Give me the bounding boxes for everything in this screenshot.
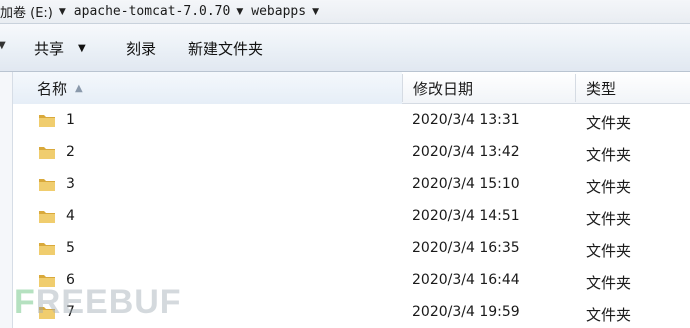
file-name: 7 (66, 304, 75, 320)
breadcrumb-item-tomcat[interactable]: apache-tomcat-7.0.70 ▼ (74, 4, 251, 19)
folder-icon (39, 115, 55, 127)
file-date: 2020/3/4 14:51 (412, 208, 520, 224)
file-date: 2020/3/4 15:10 (412, 176, 520, 192)
file-name: 1 (66, 112, 75, 128)
file-row-1[interactable]: 1 2020/3/4 13:31 文件夹 (13, 104, 690, 136)
file-type: 文件夹 (586, 274, 632, 292)
chevron-down-icon[interactable]: ▼ (312, 7, 319, 17)
file-row-5[interactable]: 5 2020/3/4 16:35 文件夹 (13, 232, 690, 264)
file-type: 文件夹 (586, 114, 632, 132)
chevron-down-icon: ▼ (78, 42, 86, 54)
folder-icon (39, 243, 55, 255)
navigation-pane[interactable] (0, 72, 13, 328)
file-type: 文件夹 (586, 242, 632, 260)
folder-icon (39, 211, 55, 223)
burn-label: 刻录 (126, 39, 157, 58)
breadcrumb-label: apache-tomcat-7.0.70 (73, 4, 231, 19)
file-name: 4 (66, 208, 75, 224)
burn-button[interactable]: 刻录 (126, 38, 156, 58)
file-type: 文件夹 (586, 306, 632, 324)
command-toolbar: ▼ 共享 ▼ 刻录 新建文件夹 (0, 24, 690, 72)
sort-ascending-icon: ▲ (75, 82, 83, 94)
file-date: 2020/3/4 19:59 (412, 304, 520, 320)
share-label: 共享 (34, 39, 65, 58)
folder-icon (39, 179, 55, 191)
file-name: 2 (66, 144, 75, 160)
file-date: 2020/3/4 16:35 (412, 240, 520, 256)
breadcrumb-item-webapps[interactable]: webapps ▼ (251, 4, 327, 19)
file-date: 2020/3/4 13:42 (412, 144, 520, 160)
column-type-label: 类型 (586, 79, 617, 98)
file-list: 1 2020/3/4 13:31 文件夹 2 2020/3/4 13:42 文件… (13, 104, 690, 328)
breadcrumb-label: 加卷 (E:) (0, 6, 53, 21)
new-folder-button[interactable]: 新建文件夹 (188, 38, 263, 58)
column-header-name[interactable]: 名称 ▲ (13, 72, 402, 104)
column-header: 名称 ▲ 修改日期 类型 (13, 72, 690, 104)
file-type: 文件夹 (586, 210, 632, 228)
column-header-date[interactable]: 修改日期 (403, 72, 473, 104)
share-button[interactable]: 共享 ▼ (34, 38, 86, 58)
file-name: 3 (66, 176, 75, 192)
breadcrumb-label: webapps (251, 4, 307, 19)
file-name: 5 (66, 240, 75, 256)
column-date-label: 修改日期 (413, 79, 474, 98)
file-type: 文件夹 (586, 178, 632, 196)
column-header-type[interactable]: 类型 (576, 72, 616, 104)
address-bar[interactable]: 加卷 (E:) ▼ apache-tomcat-7.0.70 ▼ webapps… (0, 0, 690, 24)
chevron-down-icon[interactable]: ▼ (236, 7, 243, 17)
folder-icon (39, 275, 55, 287)
new-folder-label: 新建文件夹 (188, 39, 264, 58)
file-row-6[interactable]: 6 2020/3/4 16:44 文件夹 (13, 264, 690, 296)
file-name: 6 (66, 272, 75, 288)
file-row-3[interactable]: 3 2020/3/4 15:10 文件夹 (13, 168, 690, 200)
file-row-2[interactable]: 2 2020/3/4 13:42 文件夹 (13, 136, 690, 168)
file-row-4[interactable]: 4 2020/3/4 14:51 文件夹 (13, 200, 690, 232)
column-name-label: 名称 (37, 79, 68, 98)
chevron-down-icon[interactable]: ▼ (59, 7, 66, 17)
breadcrumb-item-drive[interactable]: 加卷 (E:) ▼ (0, 2, 74, 21)
file-date: 2020/3/4 13:31 (412, 112, 520, 128)
file-date: 2020/3/4 16:44 (412, 272, 520, 288)
file-type: 文件夹 (586, 146, 632, 164)
folder-icon (39, 307, 55, 319)
folder-icon (39, 147, 55, 159)
chevron-down-icon[interactable]: ▼ (0, 40, 6, 51)
file-row-7[interactable]: 7 2020/3/4 19:59 文件夹 (13, 296, 690, 328)
